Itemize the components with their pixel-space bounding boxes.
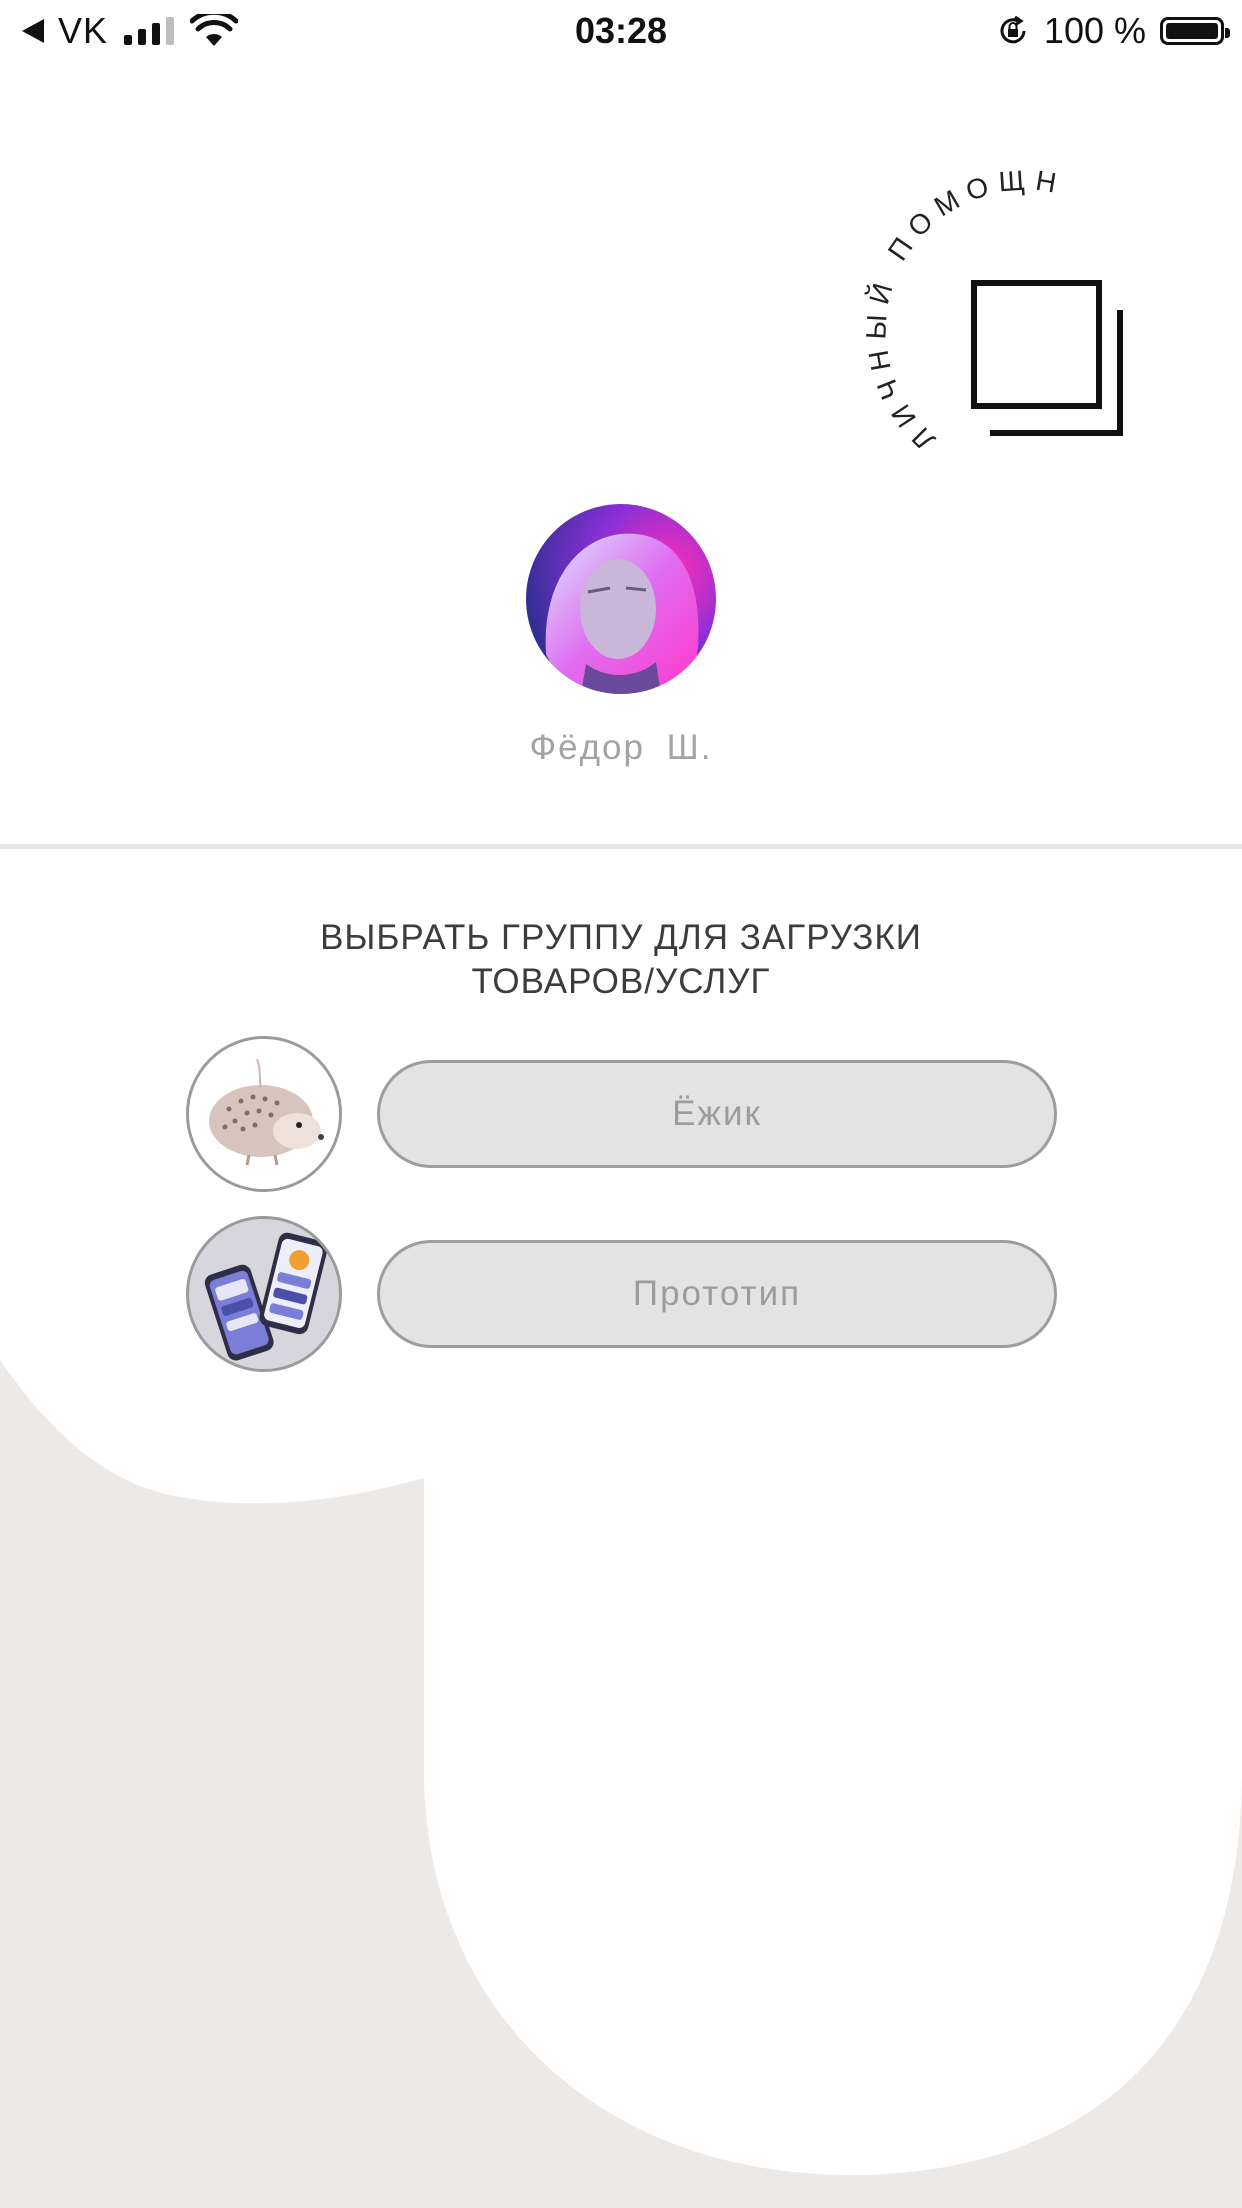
section-title-line-2: ТОВАРОВ/УСЛУГ [471,962,771,1001]
divider [0,844,1242,849]
group-button-prototype[interactable]: Прототип [377,1240,1057,1348]
group-avatar-hedgehog[interactable] [186,1036,342,1192]
group-button-hedgehog[interactable]: Ёжик [377,1060,1057,1168]
section-title: ВЫБРАТЬ ГРУППУ ДЛЯ ЗАГРУЗКИ ТОВАРОВ/УСЛУ… [0,916,1242,1004]
prototype-phones-image [189,1219,339,1369]
avatar[interactable] [526,504,716,694]
logo-square-front [971,280,1102,409]
hedgehog-image [189,1039,339,1189]
logo-arc-text: ЛИЧНЫЙ ПОМОЩНИК [820,160,1067,456]
battery-icon [1160,17,1230,45]
battery-percent: 100 % [1043,10,1146,51]
app-logo: ЛИЧНЫЙ ПОМОЩНИК [820,160,1123,456]
status-bar: VK 03:28 100 % [0,0,1242,62]
avatar-photo [526,504,716,694]
section-title-line-1: ВЫБРАТЬ ГРУППУ ДЛЯ ЗАГРУЗКИ [320,918,922,957]
rotation-lock-icon [1000,15,1026,44]
profile-name: Фёдор Ш. [529,728,713,767]
group-avatar-prototype[interactable] [186,1216,342,1372]
status-right: 100 % [996,10,1230,52]
